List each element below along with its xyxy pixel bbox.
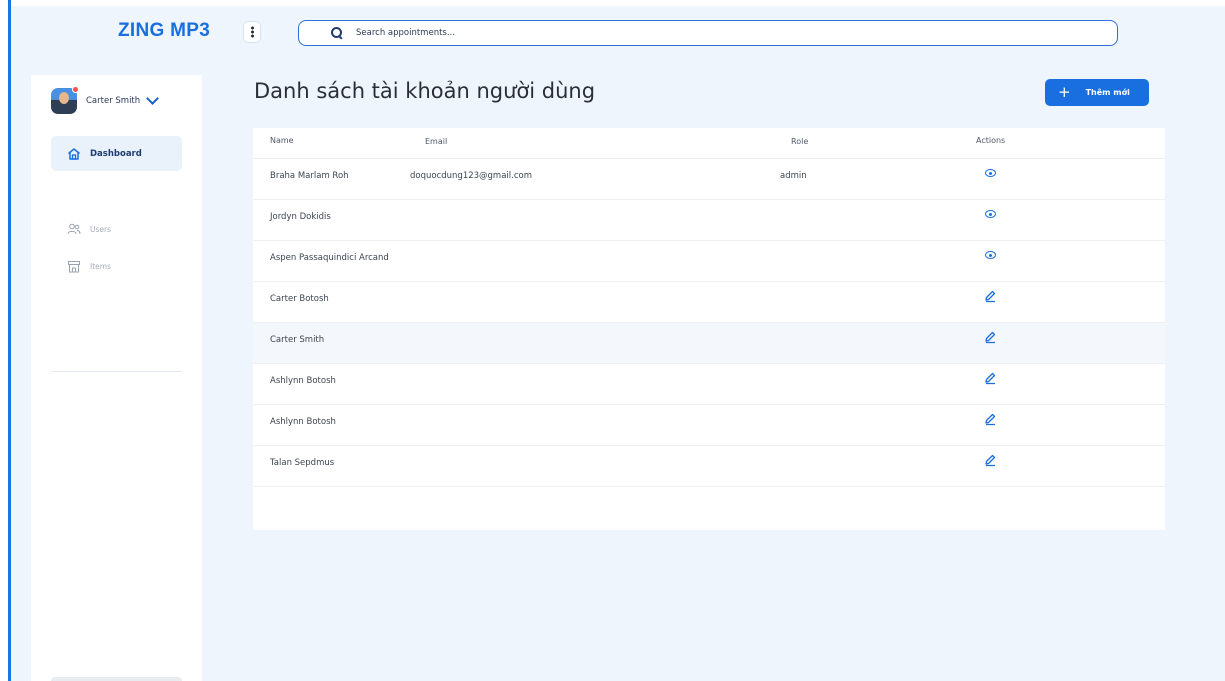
cell-name: Aspen Passaquindici Arcand — [270, 253, 389, 263]
column-header-actions: Actions — [976, 136, 1006, 145]
sidebar-item-users[interactable]: Users — [67, 223, 111, 235]
search-input[interactable] — [356, 28, 1056, 38]
store-icon — [68, 261, 80, 273]
table-row[interactable]: Braha Marlam Roh doquocdung123@gmail.com… — [253, 159, 1165, 200]
view-icon[interactable] — [983, 166, 997, 180]
cell-name: Ashlynn Botosh — [270, 376, 336, 386]
users-table: Name Email Role Actions Braha Marlam Roh… — [253, 128, 1165, 530]
user-name: Carter Smith — [86, 96, 141, 106]
add-new-label: Thêm mới — [1085, 88, 1130, 97]
cell-name: Carter Smith — [270, 335, 325, 345]
user-menu[interactable]: Carter Smith — [51, 86, 160, 114]
edit-icon[interactable] — [983, 412, 997, 426]
table-row[interactable]: Carter Botosh — [253, 282, 1165, 323]
column-header-role: Role — [791, 137, 809, 146]
cell-email: doquocdung123@gmail.com — [410, 171, 533, 181]
edit-icon[interactable] — [983, 330, 997, 344]
search-bar[interactable] — [298, 20, 1118, 46]
edit-icon[interactable] — [983, 371, 997, 385]
chevron-down-icon — [146, 92, 160, 105]
edit-icon[interactable] — [983, 289, 997, 303]
view-icon[interactable] — [983, 248, 997, 262]
topbar: ZING MP3 — [11, 6, 1225, 62]
table-row[interactable]: Aspen Passaquindici Arcand — [253, 241, 1165, 282]
table-row[interactable]: Talan Sepdmus — [253, 446, 1165, 487]
home-icon — [68, 147, 80, 160]
notification-badge — [72, 86, 79, 93]
avatar — [51, 86, 79, 114]
cell-name: Carter Botosh — [270, 294, 329, 304]
sidebar-item-label: Items — [90, 262, 111, 271]
cell-name: Talan Sepdmus — [270, 458, 335, 468]
sidebar: Carter Smith Dashboard Users Items — [31, 75, 202, 681]
sidebar-item-dashboard[interactable]: Dashboard — [51, 136, 182, 171]
app-logo[interactable]: ZING MP3 — [118, 20, 210, 42]
cell-name: Jordyn Dokidis — [270, 212, 331, 222]
sidebar-item-label: Users — [90, 224, 112, 234]
edit-icon[interactable] — [983, 453, 997, 467]
sidebar-item-label: Dashboard — [90, 148, 142, 159]
table-row[interactable]: Carter Smith — [253, 323, 1165, 364]
table-header: Name Email Role Actions — [253, 128, 1165, 159]
kebab-menu-icon — [250, 26, 254, 38]
page-title: Danh sách tài khoản người dùng — [254, 79, 596, 103]
search-icon — [331, 27, 343, 39]
plus-icon: + — [1058, 83, 1071, 101]
more-menu-button[interactable] — [243, 21, 261, 43]
add-new-button[interactable]: + Thêm mới — [1045, 79, 1149, 106]
cell-name: Ashlynn Botosh — [270, 417, 336, 427]
sidebar-divider — [51, 371, 182, 372]
app-root: ZING MP3 Carter Smith Dashboard — [11, 6, 1225, 681]
table-row[interactable]: Ashlynn Botosh — [253, 405, 1165, 446]
sidebar-footer-button[interactable] — [51, 677, 182, 681]
table-row[interactable]: Jordyn Dokidis — [253, 200, 1165, 241]
column-header-name: Name — [270, 136, 294, 145]
cell-role: admin — [780, 171, 807, 181]
users-icon — [67, 223, 81, 235]
cell-name: Braha Marlam Roh — [270, 171, 349, 181]
view-icon[interactable] — [983, 207, 997, 221]
table-row[interactable]: Ashlynn Botosh — [253, 364, 1165, 405]
sidebar-item-items[interactable]: Items — [67, 260, 111, 273]
column-header-email: Email — [425, 137, 448, 146]
